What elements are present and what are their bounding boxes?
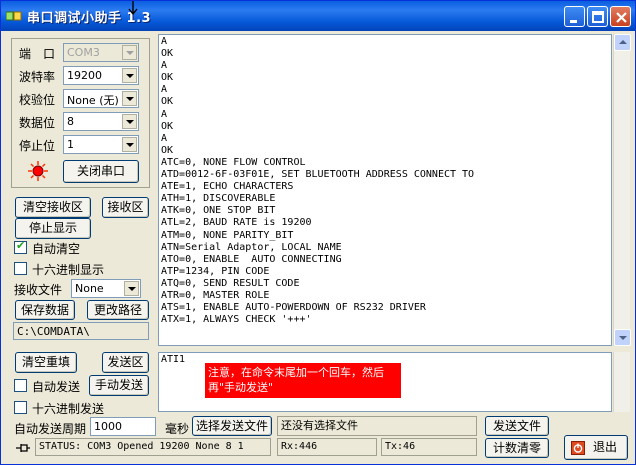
auto-send-checkbox[interactable]: [14, 379, 27, 392]
hex-send-label: 十六进制发送: [32, 402, 105, 416]
receive-line: ATE=1, ECHO CHARACTERS: [161, 181, 294, 193]
manual-send-button[interactable]: 手动发送: [89, 375, 149, 396]
receive-line: OK: [161, 120, 174, 132]
tx-count: Tx:46: [381, 438, 477, 456]
receive-file-label: 接收文件: [14, 283, 63, 297]
minimize-button[interactable]: [564, 6, 585, 27]
stop-display-button[interactable]: 停止显示: [15, 218, 91, 239]
period-input[interactable]: 1000: [90, 417, 156, 436]
receive-line: A: [161, 108, 168, 120]
receive-line: ATH=1, DISCOVERABLE: [161, 193, 276, 205]
receive-line: A: [161, 60, 168, 72]
auto-clear-checkbox[interactable]: [14, 239, 27, 254]
maximize-button[interactable]: [587, 6, 608, 27]
receive-scrollbar[interactable]: [613, 34, 631, 346]
chevron-down-icon: [122, 91, 137, 106]
app-icon: [6, 11, 22, 21]
receive-line: ATM=0, NONE PARITY_BIT: [161, 229, 294, 241]
receive-line: ATO=0, ENABLE AUTO CONNECTING: [161, 253, 342, 265]
receive-line: ATQ=0, SEND RESULT CODE: [161, 277, 300, 289]
receive-line: ATN=Serial Adaptor, LOCAL NAME: [161, 241, 342, 253]
receive-line: OK: [161, 72, 174, 84]
send-file-button[interactable]: 发送文件: [485, 416, 549, 436]
receive-file-select[interactable]: None: [71, 279, 141, 298]
port-label: 端 口: [19, 47, 56, 61]
cursor-icon: [128, 1, 138, 16]
receive-line: OK: [161, 144, 174, 156]
chevron-down-icon: [122, 114, 137, 129]
parity-select[interactable]: None (无): [63, 89, 139, 108]
port-select-value: COM3: [67, 46, 100, 59]
file-status-field: 还没有选择文件: [277, 416, 477, 436]
close-port-button[interactable]: 关闭串口: [63, 160, 139, 183]
close-window-button[interactable]: [610, 6, 631, 27]
receive-line: ATX=1, ALWAYS CHECK '+++': [161, 314, 312, 326]
main-window: 串口调试小助手 1.3 端 口 COM3 波特率 19200 校验位 None …: [0, 0, 636, 465]
receive-line: A: [161, 132, 168, 144]
reset-count-button[interactable]: 计数清零: [485, 438, 549, 458]
hex-display-checkbox[interactable]: [14, 262, 27, 275]
rx-count: Rx:446: [277, 438, 377, 456]
annotation-line-1: 注意，在命令末尾加一个回车，然后: [208, 366, 384, 379]
receive-line: ATK=0, ONE STOP BIT: [161, 205, 276, 217]
receive-line: A: [161, 84, 168, 96]
choose-send-file-button[interactable]: 选择发送文件: [192, 416, 272, 436]
chevron-down-icon: [122, 45, 137, 60]
receive-line: ATR=0, MASTER ROLE: [161, 289, 270, 301]
receive-file-select-value: None: [75, 282, 104, 295]
annotation-note: 注意，在命令末尾加一个回车，然后 再"手动发送": [205, 363, 401, 398]
baud-select-value: 19200: [67, 69, 102, 82]
databits-select-value: 8: [67, 115, 74, 128]
stopbits-select-value: 1: [67, 138, 74, 151]
receive-text-area[interactable]: A OK A OK A OK A OK A OK ATC=0, NONE FLOW CONTROL A…: [158, 34, 612, 346]
stopbits-label: 停止位: [19, 139, 56, 153]
auto-send-label: 自动发送: [32, 380, 81, 394]
maximize-icon: [592, 11, 604, 23]
close-icon: [616, 12, 627, 23]
port-select[interactable]: COM3: [63, 43, 139, 62]
databits-select[interactable]: 8: [63, 112, 139, 131]
receive-line: ATC=0, NONE FLOW CONTROL: [161, 156, 306, 168]
status-text: STATUS: COM3 Opened 19200 None 8 1: [35, 438, 271, 456]
pin-icon: [16, 444, 30, 452]
clear-receive-button[interactable]: 清空接收区: [15, 197, 91, 218]
change-path-button[interactable]: 更改路径: [87, 300, 149, 320]
period-label: 自动发送周期: [14, 422, 87, 436]
chevron-down-icon: [122, 68, 137, 83]
receive-line: ATP=1234, PIN CODE: [161, 265, 270, 277]
baud-label: 波特率: [19, 70, 56, 84]
parity-select-value: None (无): [67, 94, 119, 107]
baud-select[interactable]: 19200: [63, 66, 139, 85]
receive-line: ATD=0012-6F-03F01E, SET BLUETOOTH ADDRES…: [161, 169, 475, 181]
stopbits-select[interactable]: 1: [63, 135, 139, 154]
parity-label: 校验位: [19, 93, 56, 107]
receive-line: OK: [161, 96, 174, 108]
exit-button[interactable]: 退出: [564, 435, 628, 460]
hex-display-label: 十六进制显示: [32, 263, 105, 277]
send-scrollbar[interactable]: [613, 352, 630, 412]
chevron-down-icon: [124, 281, 139, 296]
port-status-indicator-icon: [28, 161, 48, 181]
receive-area-button[interactable]: 接收区: [102, 197, 149, 218]
save-data-button[interactable]: 保存数据: [15, 300, 75, 320]
receive-line: OK: [161, 48, 174, 60]
minimize-icon: [570, 20, 577, 23]
exit-label: 退出: [592, 440, 617, 454]
receive-line: ATL=2, BAUD RATE is 19200: [161, 217, 312, 229]
send-area-button[interactable]: 发送区: [102, 352, 149, 373]
scroll-down-button[interactable]: [614, 329, 631, 346]
receive-line: ATS=1, ENABLE AUTO-POWERDOWN OF RS232 DR…: [161, 302, 426, 314]
auto-clear-label: 自动清空: [32, 242, 81, 256]
title-bar[interactable]: 串口调试小助手 1.3: [1, 1, 635, 31]
hex-send-checkbox[interactable]: [14, 401, 27, 414]
scroll-up-button[interactable]: [614, 34, 631, 51]
databits-label: 数据位: [19, 116, 56, 130]
receive-line: A: [161, 36, 168, 47]
annotation-line-2: 再"手动发送": [208, 381, 274, 394]
save-path-field[interactable]: C:\COMDATA\: [13, 322, 149, 340]
clear-resend-button[interactable]: 清空重填: [15, 352, 77, 373]
exit-icon: [571, 441, 585, 455]
chevron-down-icon: [122, 137, 137, 152]
ms-label: 毫秒: [165, 422, 190, 436]
